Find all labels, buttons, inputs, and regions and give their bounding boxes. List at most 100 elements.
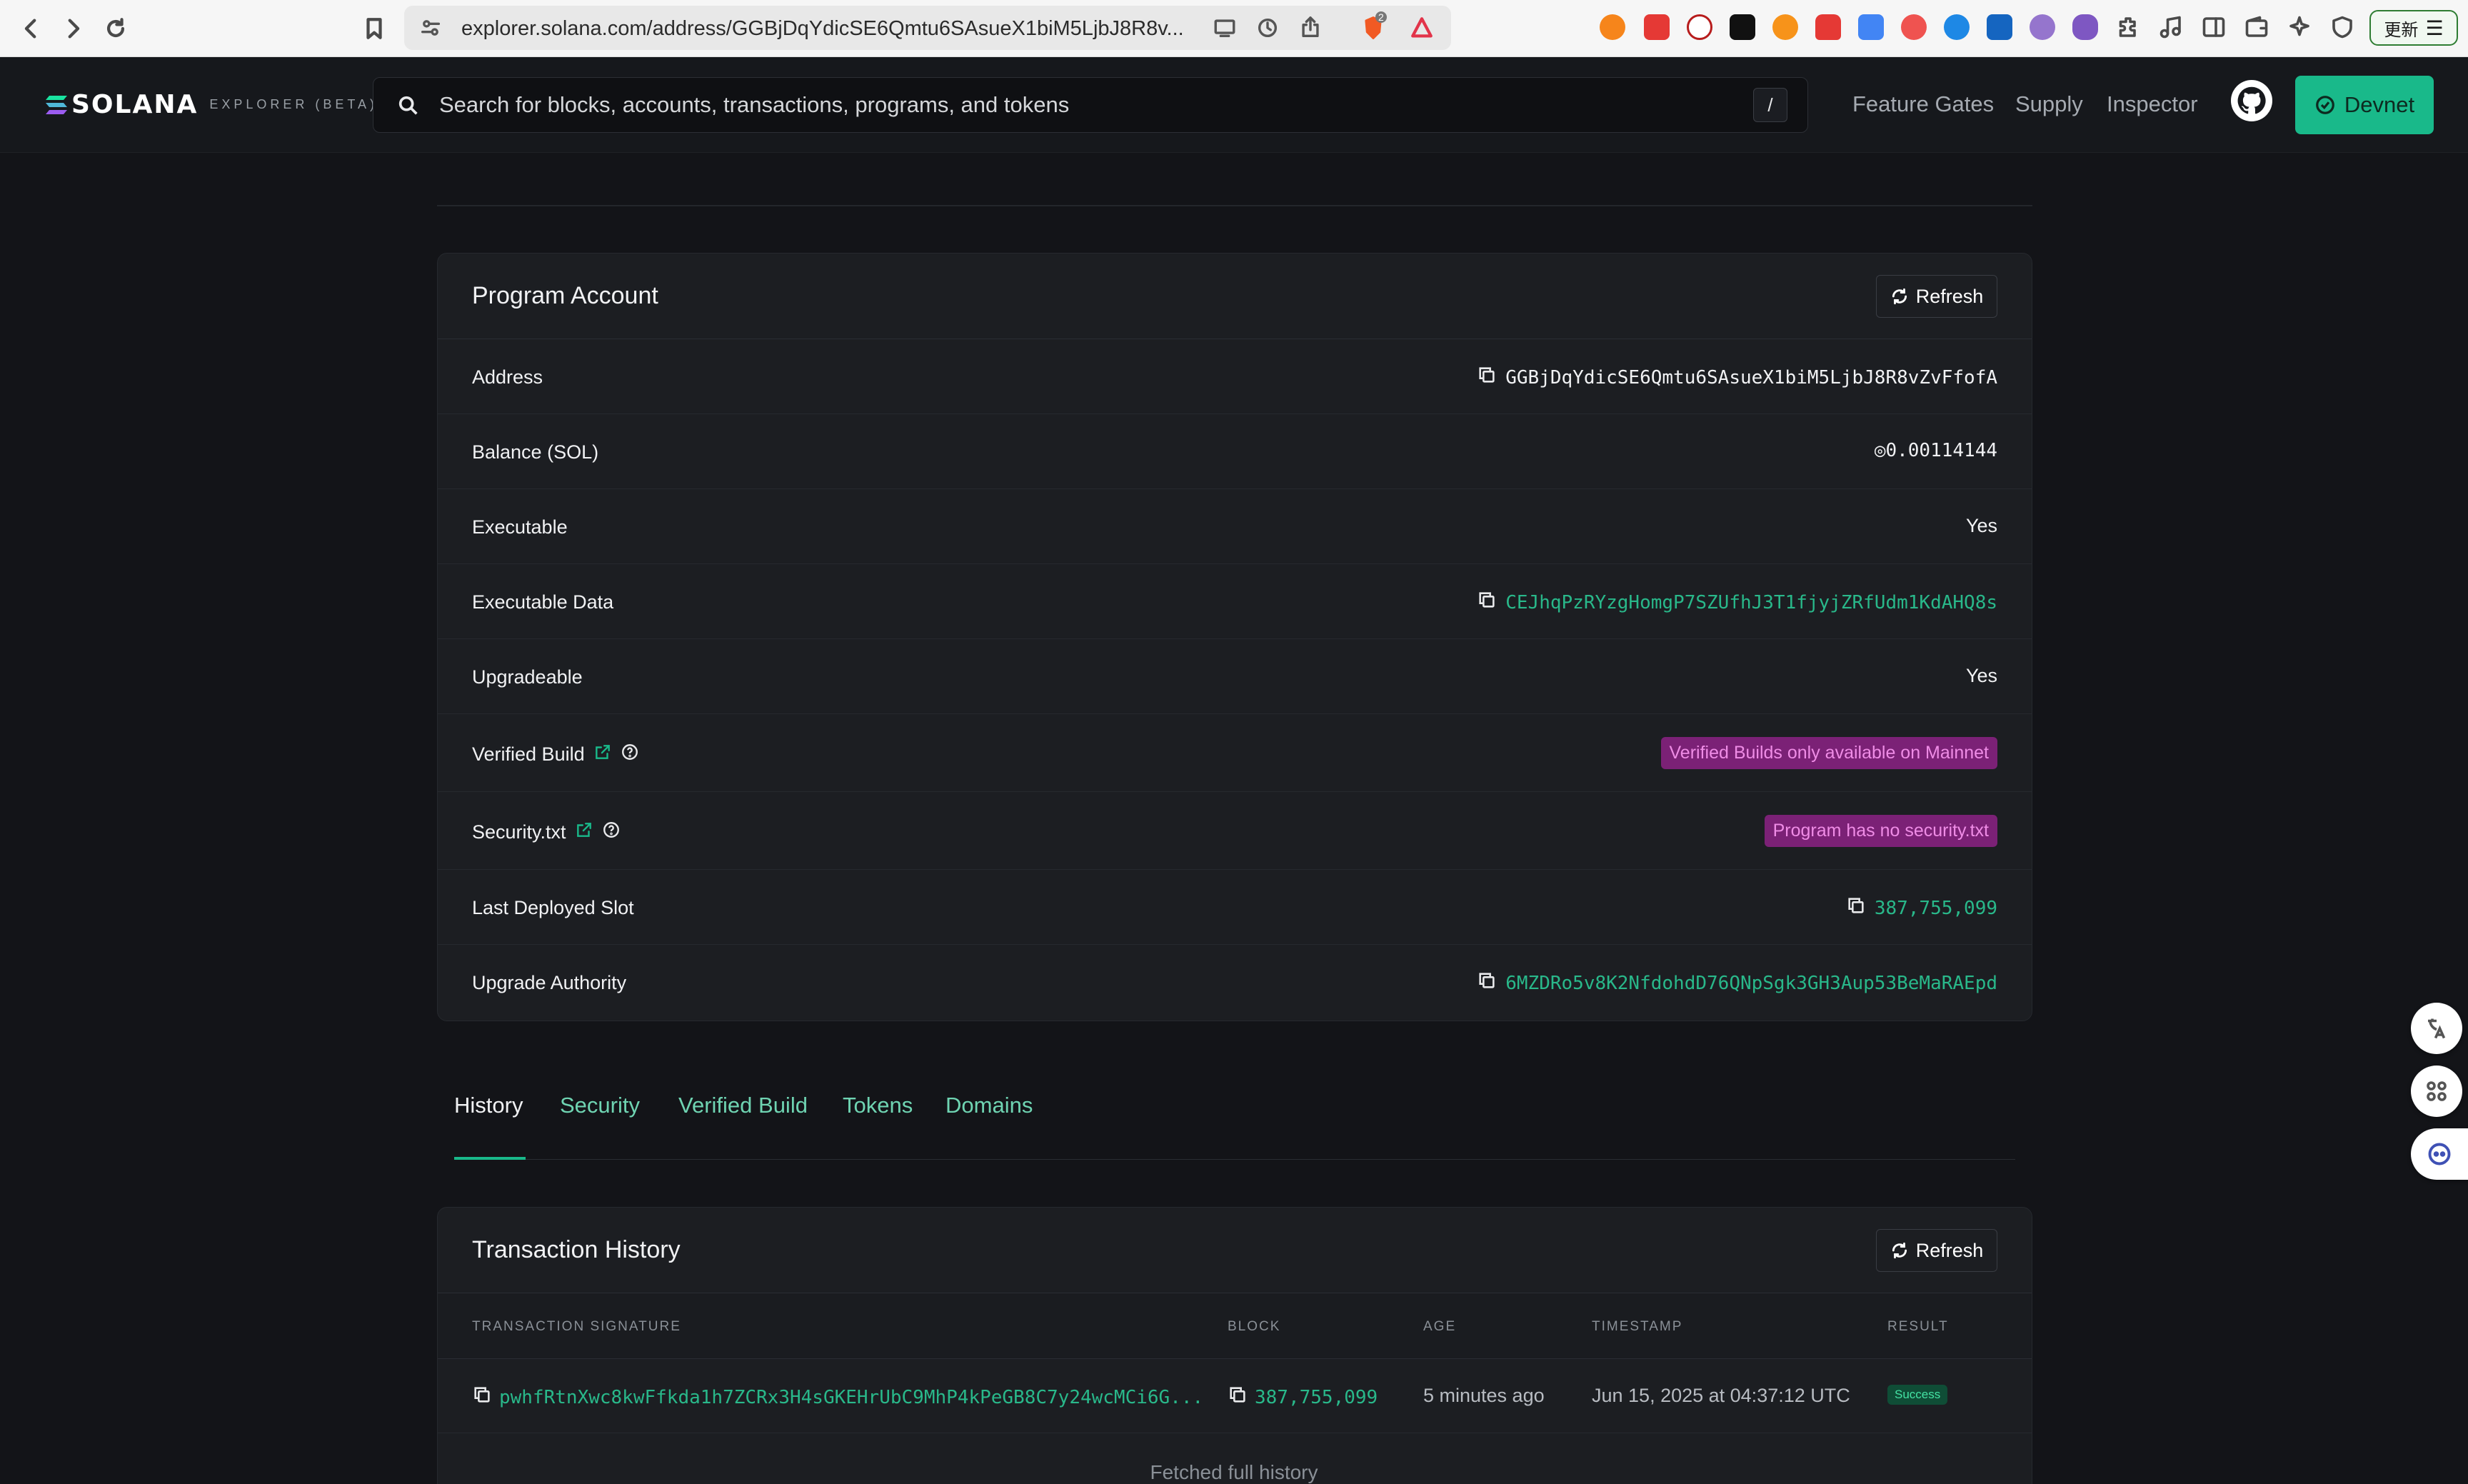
timestamp-cell: Jun 15, 2025 at 04:37:12 UTC xyxy=(1592,1385,1850,1406)
row-label: Balance (SOL) xyxy=(472,441,599,463)
extension-purple-icon[interactable] xyxy=(2072,14,2098,40)
address-value: GGBjDqYdicSE6Qmtu6SAsueX1biM5LjbJ8R8vZvF… xyxy=(1477,365,1997,390)
refresh-icon xyxy=(1892,288,1907,305)
help-icon[interactable] xyxy=(602,821,621,844)
app-header: SOLANA EXPLORER (BETA) / Feature Gates S… xyxy=(0,57,2468,153)
tab-tokens[interactable]: Tokens xyxy=(843,1093,913,1118)
card-header: Program Account Refresh xyxy=(438,254,2032,339)
row-balance: Balance (SOL) ◎0.00114144 xyxy=(438,414,2032,489)
history-icon[interactable] xyxy=(1255,16,1280,40)
nav-inspector[interactable]: Inspector xyxy=(2107,91,2198,117)
verified-build-label: Verified Build xyxy=(472,743,639,766)
security-txt-label: Security.txt xyxy=(472,821,621,844)
security-txt-badge: Program has no security.txt xyxy=(1764,815,1997,847)
tab-domains[interactable]: Domains xyxy=(945,1093,1033,1118)
status-badge: Success xyxy=(1887,1385,1948,1405)
copy-icon[interactable] xyxy=(1477,365,1497,390)
upgrade-authority-link[interactable]: 6MZDRo5v8K2NfdohdD76QNpSgk3GH3Aup53BeMaR… xyxy=(1505,973,1997,994)
search-box[interactable]: / xyxy=(373,77,1808,133)
copy-icon[interactable] xyxy=(1228,1385,1248,1410)
copy-icon[interactable] xyxy=(1477,971,1497,996)
row-last-deployed-slot: Last Deployed Slot 387,755,099 xyxy=(438,870,2032,945)
url-text[interactable]: explorer.solana.com/address/GGBjDqYdicSE… xyxy=(461,17,1184,41)
refresh-button[interactable]: Refresh xyxy=(1876,1229,1997,1272)
extension-lock-icon[interactable] xyxy=(1815,14,1841,40)
row-label: Upgradeable xyxy=(472,666,583,688)
reload-icon[interactable] xyxy=(97,10,134,47)
verified-build-value: Verified Builds only available on Mainne… xyxy=(1660,737,1997,769)
extension-s-icon[interactable] xyxy=(1730,14,1755,40)
row-address: Address GGBjDqYdicSE6Qmtu6SAsueX1biM5Ljb… xyxy=(438,339,2032,414)
share-icon[interactable] xyxy=(1298,16,1323,40)
row-executable: Executable Yes xyxy=(438,489,2032,564)
update-button[interactable]: 更新 ☰ xyxy=(2369,10,2458,46)
extension-target-icon[interactable] xyxy=(1687,14,1712,40)
extension-blue-square-icon[interactable] xyxy=(1987,14,2012,40)
executable-value: Yes xyxy=(1965,515,1997,536)
back-icon[interactable] xyxy=(13,10,50,47)
refresh-button[interactable]: Refresh xyxy=(1876,275,1997,318)
copy-icon[interactable] xyxy=(472,1385,492,1410)
brave-rewards-icon[interactable] xyxy=(1410,16,1434,40)
sidebar-toggle-icon[interactable] xyxy=(2201,14,2227,40)
extension-phantom-icon[interactable] xyxy=(2030,14,2055,40)
row-label: Verified Build xyxy=(472,743,585,765)
tab-verified-build[interactable]: Verified Build xyxy=(678,1093,808,1118)
tab-security[interactable]: Security xyxy=(560,1093,640,1118)
executable-data-value: CEJhqPzRYzgHomgP7SZUfhJ3T1fjyjZRfUdm1KdA… xyxy=(1477,590,1997,615)
forward-icon[interactable] xyxy=(54,10,91,47)
cluster-devnet-button[interactable]: Devnet xyxy=(2295,76,2434,134)
verified-build-badge: Verified Builds only available on Mainne… xyxy=(1660,737,1997,769)
extension-bitcoin-icon[interactable] xyxy=(1772,14,1798,40)
brand-logo[interactable]: SOLANA EXPLORER (BETA) xyxy=(46,90,378,119)
extension-red-circle-icon[interactable] xyxy=(1901,14,1927,40)
slot-link[interactable]: 387,755,099 xyxy=(1875,898,1997,919)
external-link-icon[interactable] xyxy=(593,743,612,766)
card-title: Transaction History xyxy=(472,1236,681,1263)
translate-extension-icon[interactable] xyxy=(1858,14,1884,40)
column-header-timestamp: TIMESTAMP xyxy=(1592,1319,1683,1334)
nav-supply[interactable]: Supply xyxy=(2015,91,2083,117)
apps-float-icon[interactable] xyxy=(2411,1066,2462,1117)
site-settings-icon[interactable] xyxy=(418,16,443,40)
tab-history[interactable]: History xyxy=(454,1093,523,1118)
column-header-signature: TRANSACTION SIGNATURE xyxy=(472,1319,681,1334)
assistant-float-icon[interactable] xyxy=(2411,1128,2468,1180)
result-cell: Success xyxy=(1887,1385,1948,1405)
vpn-shield-icon[interactable] xyxy=(2329,14,2355,40)
bookmark-icon[interactable] xyxy=(356,10,393,47)
check-circle-icon xyxy=(2316,96,2334,114)
brand-name: SOLANA xyxy=(71,90,199,119)
browser-chrome: explorer.solana.com/address/GGBjDqYdicSE… xyxy=(0,0,2468,57)
wallet-icon[interactable] xyxy=(2244,14,2269,40)
brave-shields-icon[interactable]: 2 xyxy=(1361,11,1387,40)
signature-link[interactable]: pwhfRtnXwc8kwFfkda1h7ZCRx3H4sGKEHrUbC9Mh… xyxy=(499,1387,1203,1408)
github-icon[interactable] xyxy=(2231,80,2272,121)
copy-icon[interactable] xyxy=(1846,896,1866,921)
external-link-icon[interactable] xyxy=(575,821,593,844)
age-cell: 5 minutes ago xyxy=(1423,1385,1545,1406)
leo-ai-icon[interactable] xyxy=(2287,14,2312,40)
upgradeable-value: Yes xyxy=(1965,665,1997,686)
nav-feature-gates[interactable]: Feature Gates xyxy=(1852,91,1994,117)
media-control-icon[interactable] xyxy=(2158,14,2184,40)
extension-blue-circle-icon[interactable] xyxy=(1944,14,1970,40)
executable-data-link[interactable]: CEJhqPzRYzgHomgP7SZUfhJ3T1fjyjZRfUdm1KdA… xyxy=(1505,592,1997,613)
row-upgradeable: Upgradeable Yes xyxy=(438,639,2032,714)
brand-subtitle: EXPLORER (BETA) xyxy=(209,97,378,111)
cast-icon[interactable] xyxy=(1213,16,1237,40)
extension-p-icon[interactable] xyxy=(1644,14,1670,40)
extensions-puzzle-icon[interactable] xyxy=(2115,14,2141,40)
card-title: Program Account xyxy=(472,282,658,309)
row-verified-build: Verified Build Verified Builds only avai… xyxy=(438,714,2032,792)
block-link[interactable]: 387,755,099 xyxy=(1255,1387,1378,1408)
translate-float-icon[interactable] xyxy=(2411,1003,2462,1054)
search-input[interactable] xyxy=(439,78,1710,132)
copy-icon[interactable] xyxy=(1477,590,1497,615)
metamask-extension-icon[interactable] xyxy=(1600,14,1625,40)
row-upgrade-authority: Upgrade Authority 6MZDRo5v8K2NfdohdD76QN… xyxy=(438,945,2032,1020)
address-bar[interactable]: explorer.solana.com/address/GGBjDqYdicSE… xyxy=(404,6,1451,50)
update-label: 更新 xyxy=(2384,20,2419,40)
card-header: Transaction History Refresh xyxy=(438,1208,2032,1293)
help-icon[interactable] xyxy=(621,743,639,766)
